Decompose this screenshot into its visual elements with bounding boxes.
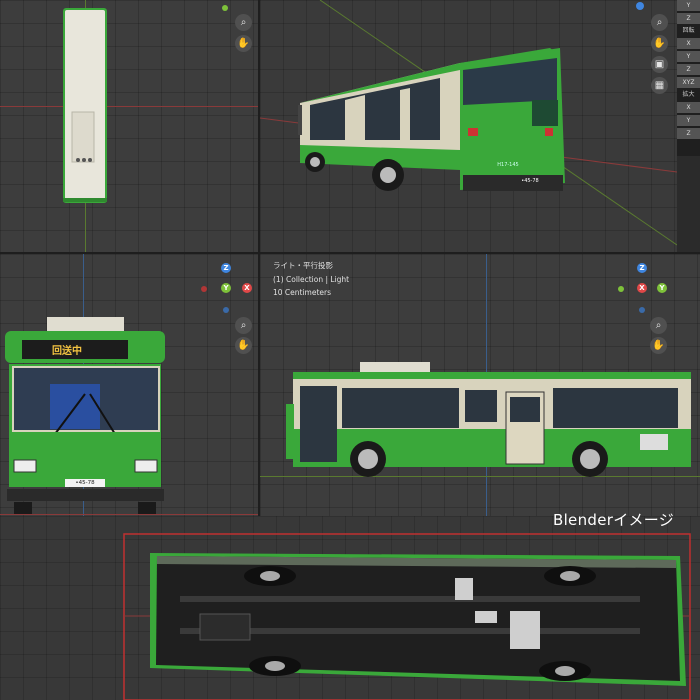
viewport-top-left[interactable]: ⌕ ✋	[0, 0, 258, 252]
bus-perspective-view	[260, 0, 677, 246]
rotation-y[interactable]: Y	[677, 51, 700, 62]
gizmo-x-top-right	[636, 2, 644, 10]
gizmo-x[interactable]: X	[242, 283, 252, 293]
viewport-bottom-right[interactable]: ライト・平行投影 (1) Collection | Light 10 Centi…	[260, 254, 700, 516]
rear-plate-line2: •45-78	[521, 178, 539, 184]
rotation-z[interactable]: Z	[677, 64, 700, 75]
scale-y[interactable]: Y	[677, 115, 700, 126]
bus-side-view	[286, 362, 691, 477]
gizmo-z[interactable]: Z	[637, 263, 647, 273]
n-panel: Y Z 回転 X Y Z XYZ 拡大 X Y Z	[677, 0, 700, 156]
viewport-top-right[interactable]: H17-145 •45-78 ⌕ ✋ ▣ ▦	[260, 0, 677, 252]
gizmo-y[interactable]: Y	[221, 283, 231, 293]
gizmo-z[interactable]: Z	[221, 263, 231, 273]
gizmo-neg-x-dot	[201, 286, 207, 292]
viewport-bottom-left[interactable]: 回送中 •45-78 Z Y X ⌕ ✋	[0, 254, 258, 516]
scale-label: 拡大	[682, 91, 695, 98]
rear-plate: H17-145	[488, 162, 528, 168]
destination-sign: 回送中	[52, 346, 82, 357]
caption-blender-image: Blenderイメージ	[553, 511, 675, 529]
hand-icon[interactable]: ✋	[650, 337, 667, 354]
gizmo-neg-z-dot	[223, 307, 229, 313]
hand-icon[interactable]: ✋	[235, 337, 252, 354]
zoom-icon[interactable]: ⌕	[650, 317, 667, 334]
camera-icon[interactable]: ▣	[651, 56, 668, 73]
rotation-mode[interactable]: XYZ	[677, 77, 700, 88]
grid-icon[interactable]: ▦	[651, 77, 668, 94]
n-panel-row[interactable]: Z	[677, 13, 700, 24]
bus-underside-view	[123, 533, 691, 700]
n-panel-row[interactable]: Y	[677, 0, 700, 11]
gizmo-y[interactable]: Y	[657, 283, 667, 293]
zoom-icon[interactable]: ⌕	[235, 14, 252, 31]
bus-front-view	[5, 317, 165, 514]
scale-x[interactable]: X	[677, 102, 700, 113]
front-plate: •45-78	[75, 480, 95, 486]
hand-icon[interactable]: ✋	[235, 35, 252, 52]
gizmo-neg-x-dot	[618, 286, 624, 292]
gizmo-x[interactable]: X	[637, 283, 647, 293]
zoom-icon[interactable]: ⌕	[235, 317, 252, 334]
zoom-icon[interactable]: ⌕	[651, 14, 668, 31]
rotation-x[interactable]: X	[677, 38, 700, 49]
scale-z[interactable]: Z	[677, 128, 700, 139]
bus-top-view	[63, 8, 107, 203]
gizmo-neg-z-dot	[639, 307, 645, 313]
gizmo-y-dot	[222, 5, 228, 11]
hand-icon[interactable]: ✋	[651, 35, 668, 52]
rear-plate-line1: H17-145	[497, 162, 519, 168]
rotation-label: 回転	[682, 27, 695, 34]
viewport-bottom-underside[interactable]	[0, 516, 700, 700]
